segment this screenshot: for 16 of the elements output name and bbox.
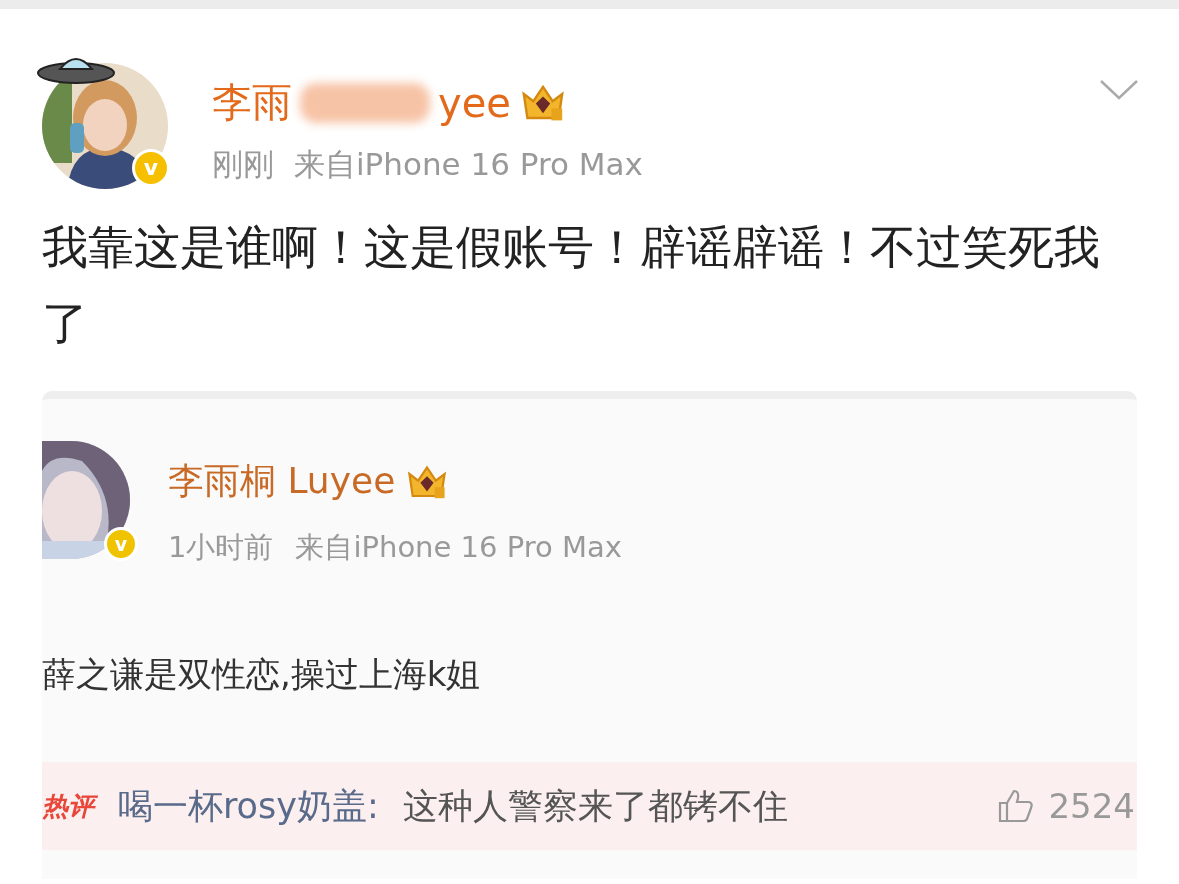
comment-user[interactable]: 喝一杯rosy奶盖:	[118, 782, 379, 830]
post-time: 1小时前	[168, 529, 274, 566]
comment-text: 这种人警察来了都铐不住	[402, 784, 788, 828]
verified-badge: v	[132, 149, 170, 187]
author-name-end[interactable]: yee	[438, 79, 511, 126]
author-name-start[interactable]: 李雨	[212, 75, 292, 130]
post-text: 我靠这是谁啊！这是假账号！辟谣辟谣！不过笑死我了	[42, 219, 1101, 352]
author-name[interactable]: 李雨桐 Luyee	[168, 457, 396, 506]
post-source: 来自iPhone 16 Pro Max	[294, 145, 643, 184]
verified-badge: v	[104, 527, 138, 561]
post-time: 刚刚	[212, 145, 274, 184]
post-source: 来自iPhone 16 Pro Max	[295, 529, 622, 566]
thumbs-up-icon[interactable]	[998, 789, 1035, 823]
like-count: 2524	[1048, 786, 1135, 826]
post-text: 薛之谦是双性恋,操过上海k姐	[42, 653, 482, 696]
chevron-down-icon[interactable]	[1099, 79, 1139, 101]
